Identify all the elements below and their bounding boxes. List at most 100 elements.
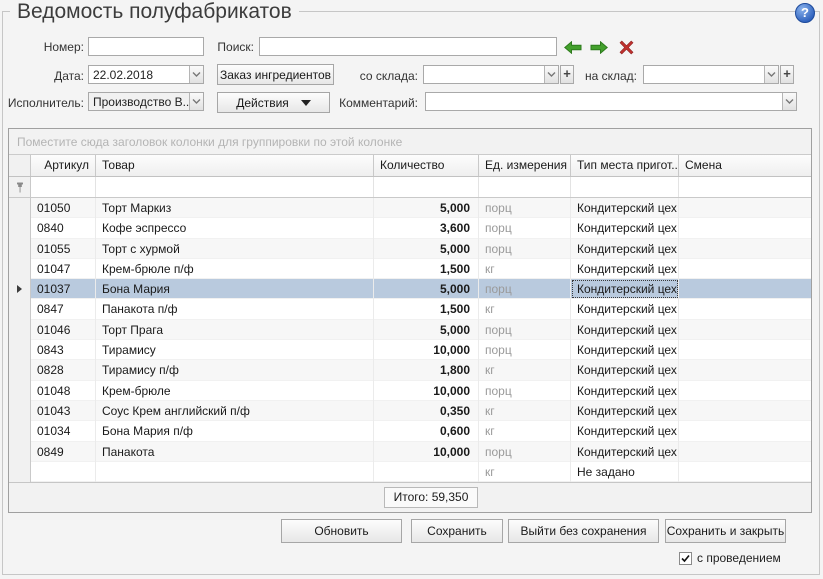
table-row[interactable]: 01050Торт Маркиз5,000порцКондитерский це… xyxy=(9,198,811,218)
clear-search-icon[interactable] xyxy=(619,40,634,55)
cell-qty[interactable]: 1,800 xyxy=(374,360,479,380)
cell-shift[interactable] xyxy=(679,299,811,319)
cell-prep[interactable]: Не задано xyxy=(571,462,679,482)
cell-article[interactable]: 01034 xyxy=(31,421,96,441)
next-arrow-icon[interactable] xyxy=(590,41,608,54)
cell-qty[interactable]: 5,000 xyxy=(374,198,479,218)
cell-shift[interactable] xyxy=(679,320,811,340)
cell-product[interactable]: Крем-брюле п/ф xyxy=(96,259,374,279)
chevron-down-icon[interactable] xyxy=(189,93,203,110)
cell-article[interactable]: 0847 xyxy=(31,299,96,319)
table-row[interactable]: 01048Крем-брюле10,000порцКондитерский це… xyxy=(9,381,811,401)
cell-article[interactable] xyxy=(31,462,96,482)
cell-qty[interactable]: 10,000 xyxy=(374,442,479,462)
cell-unit[interactable]: порц xyxy=(479,239,571,259)
add-to-warehouse-button[interactable]: + xyxy=(780,65,794,84)
column-header-prep[interactable]: Тип места пригот... xyxy=(571,155,679,176)
cell-prep[interactable]: Кондитерский цех xyxy=(571,442,679,462)
cell-unit[interactable]: порц xyxy=(479,320,571,340)
cell-product[interactable]: Тирамису п/ф xyxy=(96,360,374,380)
filter-cell-shift[interactable] xyxy=(679,177,811,197)
cell-article[interactable]: 01047 xyxy=(31,259,96,279)
chevron-down-icon[interactable] xyxy=(189,66,203,83)
nomer-input[interactable] xyxy=(88,37,204,56)
cell-shift[interactable] xyxy=(679,218,811,238)
cell-qty[interactable]: 5,000 xyxy=(374,279,479,299)
actions-button[interactable]: Действия xyxy=(217,92,330,113)
column-header-article[interactable]: Артикул xyxy=(31,155,96,176)
exit-without-saving-button[interactable]: Выйти без сохранения xyxy=(508,519,659,543)
filter-cell-product[interactable] xyxy=(96,177,374,197)
add-from-warehouse-button[interactable]: + xyxy=(560,65,574,84)
cell-prep[interactable]: Кондитерский цех xyxy=(571,421,679,441)
cell-product[interactable]: Крем-брюле xyxy=(96,381,374,401)
cell-shift[interactable] xyxy=(679,401,811,421)
cell-product[interactable]: Бона Мария xyxy=(96,279,374,299)
table-row[interactable]: кгНе задано xyxy=(9,462,811,482)
table-row[interactable]: 0840Кофе эспрессо3,600порцКондитерский ц… xyxy=(9,218,811,238)
refresh-button[interactable]: Обновить xyxy=(281,519,402,543)
order-ingredients-button[interactable]: Заказ ингредиентов xyxy=(217,64,334,85)
cell-article[interactable]: 01048 xyxy=(31,381,96,401)
filter-cell-article[interactable] xyxy=(31,177,96,197)
cell-qty[interactable]: 10,000 xyxy=(374,381,479,401)
cell-unit[interactable]: кг xyxy=(479,421,571,441)
cell-qty[interactable]: 1,500 xyxy=(374,259,479,279)
date-picker[interactable]: 22.02.2018 xyxy=(88,65,204,84)
cell-product[interactable]: Кофе эспрессо xyxy=(96,218,374,238)
cell-unit[interactable]: порц xyxy=(479,198,571,218)
to-warehouse-select[interactable] xyxy=(643,65,779,84)
table-row[interactable]: 01055Торт с хурмой5,000порцКондитерский … xyxy=(9,239,811,259)
cell-product[interactable]: Торт Маркиз xyxy=(96,198,374,218)
cell-article[interactable]: 0840 xyxy=(31,218,96,238)
table-row[interactable]: 01034Бона Мария п/ф0,600кгКондитерский ц… xyxy=(9,421,811,441)
cell-article[interactable]: 01050 xyxy=(31,198,96,218)
cell-product[interactable]: Панакота п/ф xyxy=(96,299,374,319)
prev-arrow-icon[interactable] xyxy=(564,41,582,54)
cell-shift[interactable] xyxy=(679,462,811,482)
cell-prep[interactable]: Кондитерский цех xyxy=(571,218,679,238)
cell-article[interactable]: 01046 xyxy=(31,320,96,340)
cell-qty[interactable]: 1,500 xyxy=(374,299,479,319)
cell-shift[interactable] xyxy=(679,239,811,259)
cell-product[interactable]: Торт Прага xyxy=(96,320,374,340)
table-row[interactable]: 01037Бона Мария5,000порцКондитерский цех xyxy=(9,279,811,299)
help-icon[interactable]: ? xyxy=(795,3,815,23)
cell-prep[interactable]: Кондитерский цех xyxy=(571,401,679,421)
save-and-close-button[interactable]: Сохранить и закрыть xyxy=(665,519,786,543)
cell-prep[interactable]: Кондитерский цех xyxy=(571,279,679,299)
cell-article[interactable]: 01055 xyxy=(31,239,96,259)
cell-article[interactable]: 0849 xyxy=(31,442,96,462)
cell-article[interactable]: 01043 xyxy=(31,401,96,421)
chevron-down-icon[interactable] xyxy=(544,66,558,83)
cell-product[interactable] xyxy=(96,462,374,482)
cell-qty[interactable]: 5,000 xyxy=(374,320,479,340)
cell-unit[interactable]: кг xyxy=(479,299,571,319)
cell-unit[interactable]: кг xyxy=(479,360,571,380)
cell-qty[interactable]: 10,000 xyxy=(374,340,479,360)
cell-shift[interactable] xyxy=(679,340,811,360)
with-posting-checkbox[interactable]: с проведением xyxy=(679,551,781,565)
filter-cell-prep[interactable] xyxy=(571,177,679,197)
cell-prep[interactable]: Кондитерский цех xyxy=(571,360,679,380)
chevron-down-icon[interactable] xyxy=(764,66,778,83)
cell-shift[interactable] xyxy=(679,360,811,380)
cell-qty[interactable]: 0,350 xyxy=(374,401,479,421)
cell-article[interactable]: 0843 xyxy=(31,340,96,360)
cell-shift[interactable] xyxy=(679,279,811,299)
cell-shift[interactable] xyxy=(679,198,811,218)
cell-prep[interactable]: Кондитерский цех xyxy=(571,259,679,279)
cell-qty[interactable]: 3,600 xyxy=(374,218,479,238)
column-header-unit[interactable]: Ед. измерения xyxy=(479,155,571,176)
cell-qty[interactable]: 0,600 xyxy=(374,421,479,441)
cell-shift[interactable] xyxy=(679,442,811,462)
cell-unit[interactable]: кг xyxy=(479,259,571,279)
column-header-shift[interactable]: Смена xyxy=(679,155,811,176)
cell-unit[interactable]: кг xyxy=(479,462,571,482)
cell-prep[interactable]: Кондитерский цех xyxy=(571,381,679,401)
table-row[interactable]: 01047Крем-брюле п/ф1,500кгКондитерский ц… xyxy=(9,259,811,279)
cell-article[interactable]: 01037 xyxy=(31,279,96,299)
cell-qty[interactable] xyxy=(374,462,479,482)
cell-article[interactable]: 0828 xyxy=(31,360,96,380)
save-button[interactable]: Сохранить xyxy=(411,519,503,543)
